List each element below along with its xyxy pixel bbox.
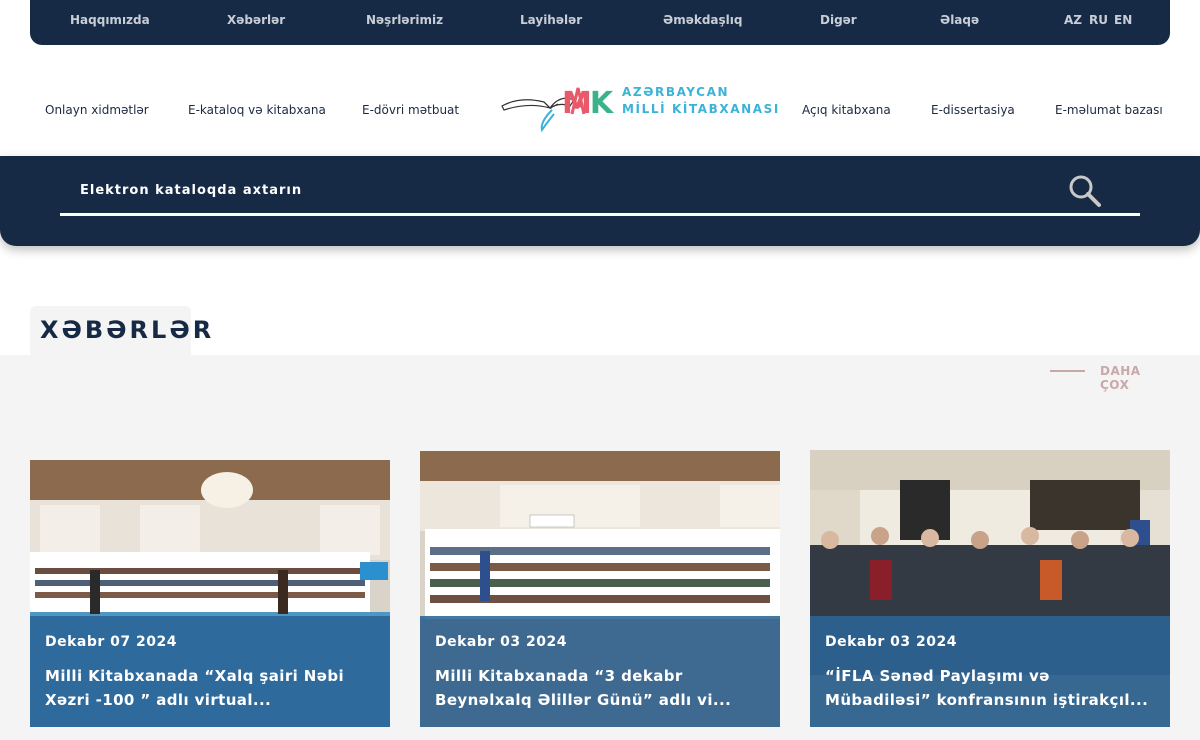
subnav-online-services[interactable]: Onlayn xidmətlər — [45, 103, 149, 117]
news-card-caption: Dekabr 03 2024 Milli Kitabxanada “3 deka… — [420, 616, 780, 727]
news-card[interactable]: Dekabr 07 2024 Milli Kitabxanada “Xalq ş… — [30, 460, 390, 727]
news-heading: XƏBƏRLƏR — [40, 316, 215, 344]
nav-item-cooperation[interactable]: Əməkdaşlıq — [663, 13, 742, 27]
news-title: Milli Kitabxanada “3 dekabr Beynəlxalq Ə… — [435, 667, 732, 709]
subnav-ecatalog[interactable]: E-kataloq və kitabxana — [188, 103, 326, 117]
news-card-caption: Dekabr 03 2024 “İFLA Sənəd Paylaşımı və … — [810, 616, 1170, 727]
nav-item-about[interactable]: Haqqımızda — [70, 13, 150, 27]
language-az[interactable]: AZ — [1064, 13, 1082, 27]
news-card[interactable]: Dekabr 03 2024 “İFLA Sənəd Paylaşımı və … — [810, 450, 1170, 727]
search-band — [0, 156, 1200, 246]
news-card-caption: Dekabr 07 2024 Milli Kitabxanada “Xalq ş… — [30, 616, 390, 727]
logo-mark-letters: MK — [562, 86, 613, 121]
subnav-dissertation[interactable]: E-dissertasiya — [931, 103, 1015, 117]
news-heading-tab: XƏBƏRLƏR — [30, 306, 211, 356]
news-title: Milli Kitabxanada “Xalq şairi Nəbi Xəzri… — [45, 667, 344, 709]
news-title: “İFLA Sənəd Paylaşımı və Mübadiləsi” kon… — [825, 667, 1149, 709]
library-logo[interactable]: MK MK AZƏRBAYCAN MİLLİ KİTABXANASI — [500, 80, 778, 136]
subnav-database[interactable]: E-məlumat bazası — [1055, 103, 1163, 117]
nav-item-other[interactable]: Digər — [820, 13, 857, 27]
nav-item-contact[interactable]: Əlaqə — [940, 13, 979, 27]
top-navigation: Haqqımızda Xəbərlər Nəşrlərimiz Layihələ… — [30, 0, 1170, 45]
news-date: Dekabr 07 2024 — [45, 634, 177, 650]
news-date: Dekabr 03 2024 — [435, 634, 567, 650]
news-card[interactable]: Dekabr 03 2024 Milli Kitabxanada “3 deka… — [420, 451, 780, 727]
catalog-search-input[interactable] — [60, 172, 1060, 208]
language-ru[interactable]: RU — [1089, 13, 1108, 27]
logo-line1: AZƏRBAYCAN — [622, 85, 730, 99]
logo-line2: MİLLİ KİTABXANASI — [622, 102, 780, 116]
language-en[interactable]: EN — [1114, 13, 1132, 27]
subnav-open-library[interactable]: Açıq kitabxana — [802, 103, 891, 117]
nav-item-news[interactable]: Xəbərlər — [227, 13, 285, 27]
more-link-label: DAHA ÇOX — [1100, 364, 1141, 392]
search-underline — [60, 213, 1140, 216]
news-date: Dekabr 03 2024 — [825, 634, 957, 650]
search-button[interactable] — [1068, 174, 1102, 208]
more-link-line — [1050, 370, 1085, 372]
search-icon — [1069, 175, 1101, 207]
subnav-periodicals[interactable]: E-dövri mətbuat — [362, 103, 459, 117]
nav-item-publications[interactable]: Nəşrlərimiz — [366, 13, 443, 27]
more-news-link[interactable]: DAHA ÇOX — [1050, 364, 1170, 392]
nav-item-projects[interactable]: Layihələr — [520, 13, 582, 27]
